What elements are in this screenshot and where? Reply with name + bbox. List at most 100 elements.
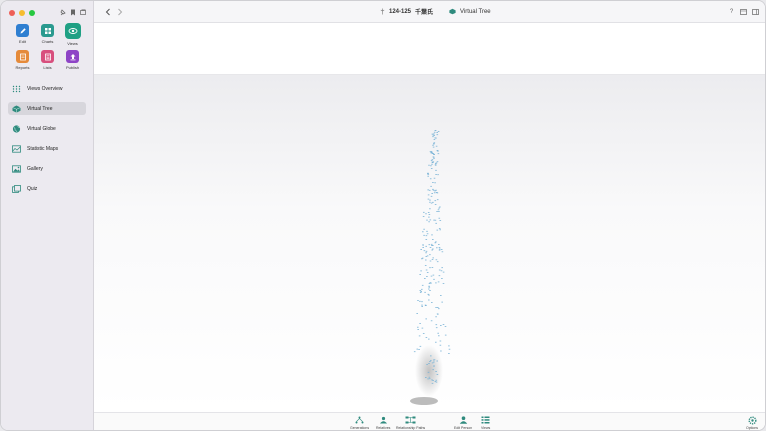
tree-node[interactable] bbox=[428, 214, 431, 215]
tree-node[interactable] bbox=[440, 270, 443, 272]
tree-node[interactable] bbox=[419, 323, 421, 324]
nav-item-gallery[interactable]: Gallery bbox=[8, 162, 86, 175]
edit-person-button[interactable]: Edit Person bbox=[454, 416, 472, 430]
tree-node[interactable] bbox=[437, 131, 440, 132]
tree-node[interactable] bbox=[433, 177, 436, 179]
tree-node[interactable] bbox=[431, 234, 433, 236]
tree-node[interactable] bbox=[430, 165, 432, 167]
tree-node[interactable] bbox=[435, 316, 437, 318]
tree-node[interactable] bbox=[426, 219, 428, 221]
tree-node[interactable] bbox=[427, 194, 430, 196]
tree-node[interactable] bbox=[421, 327, 424, 329]
nav-item-quiz[interactable]: Quiz bbox=[8, 182, 86, 195]
forward-button[interactable] bbox=[117, 8, 123, 18]
tree-node[interactable] bbox=[432, 380, 434, 381]
tree-node[interactable] bbox=[435, 327, 438, 329]
tree-node[interactable] bbox=[425, 259, 427, 261]
tree-node[interactable] bbox=[433, 361, 435, 363]
tree-node[interactable] bbox=[421, 304, 423, 306]
tree-node[interactable] bbox=[435, 371, 437, 372]
virtual-tree-canvas[interactable] bbox=[94, 75, 765, 412]
tree-node[interactable] bbox=[431, 163, 433, 165]
tree-node[interactable] bbox=[433, 157, 435, 159]
tree-node[interactable] bbox=[435, 222, 437, 224]
tree-node[interactable] bbox=[421, 301, 423, 303]
tree-node[interactable] bbox=[428, 164, 430, 166]
tree-node[interactable] bbox=[419, 300, 421, 302]
app-views[interactable]: Views bbox=[60, 23, 85, 46]
tree-node[interactable] bbox=[433, 359, 435, 361]
tree-node[interactable] bbox=[421, 306, 423, 307]
tree-node[interactable] bbox=[434, 190, 436, 192]
tree-node[interactable] bbox=[417, 326, 419, 328]
tree-node[interactable] bbox=[428, 221, 430, 223]
minimize-window-button[interactable] bbox=[19, 10, 25, 16]
zoom-window-button[interactable] bbox=[29, 10, 35, 16]
tree-node[interactable] bbox=[432, 182, 434, 183]
tree-node[interactable] bbox=[433, 278, 435, 280]
tree-node[interactable] bbox=[436, 161, 439, 163]
tree-node[interactable] bbox=[432, 144, 434, 146]
tree-node[interactable] bbox=[420, 249, 422, 250]
app-charts[interactable]: Charts bbox=[35, 24, 60, 46]
options-button[interactable]: Options bbox=[746, 416, 758, 430]
tree-node[interactable] bbox=[431, 382, 434, 384]
tree-node[interactable] bbox=[425, 213, 427, 215]
tree-node[interactable] bbox=[431, 249, 433, 251]
tree-node[interactable] bbox=[426, 233, 429, 235]
tree-node[interactable] bbox=[429, 208, 431, 210]
tree-node[interactable] bbox=[417, 300, 419, 301]
tree-node[interactable] bbox=[435, 324, 438, 326]
tree-node[interactable] bbox=[435, 307, 437, 308]
tree-node[interactable] bbox=[438, 249, 441, 251]
tree-node[interactable] bbox=[417, 329, 419, 330]
tree-node[interactable] bbox=[430, 168, 433, 169]
tree-node[interactable] bbox=[432, 134, 435, 136]
tree-node[interactable] bbox=[424, 265, 427, 266]
tree-node[interactable] bbox=[431, 259, 434, 260]
tree-node[interactable] bbox=[431, 161, 433, 163]
tree-node[interactable] bbox=[428, 378, 431, 380]
tree-node[interactable] bbox=[433, 142, 436, 144]
tree-node[interactable] bbox=[430, 355, 432, 357]
views-button[interactable]: Views bbox=[481, 416, 490, 430]
tree-node[interactable] bbox=[429, 219, 432, 221]
tree-node[interactable] bbox=[439, 344, 442, 346]
tree-node[interactable] bbox=[441, 267, 443, 269]
tree-node[interactable] bbox=[429, 267, 431, 269]
tree-node[interactable] bbox=[434, 130, 437, 131]
tree-node[interactable] bbox=[441, 251, 444, 253]
tree-node[interactable] bbox=[421, 284, 424, 286]
tree-node[interactable] bbox=[430, 202, 433, 204]
tree-node[interactable] bbox=[432, 257, 434, 259]
tree-node[interactable] bbox=[422, 216, 425, 217]
tree-node[interactable] bbox=[432, 156, 435, 158]
tree-node[interactable] bbox=[413, 351, 416, 353]
tree-node[interactable] bbox=[429, 361, 431, 362]
tree-node[interactable] bbox=[420, 291, 422, 292]
tree-node[interactable] bbox=[428, 294, 430, 296]
tree-node[interactable] bbox=[436, 150, 439, 151]
tree-node[interactable] bbox=[428, 244, 431, 246]
tree-node[interactable] bbox=[438, 217, 441, 219]
tree-node[interactable] bbox=[428, 286, 431, 288]
tree-node[interactable] bbox=[438, 308, 440, 310]
tree-node[interactable] bbox=[437, 307, 439, 308]
tree-node[interactable] bbox=[423, 211, 425, 213]
tree-node[interactable] bbox=[441, 278, 443, 279]
app-reports[interactable]: Reports bbox=[10, 50, 35, 70]
close-window-button[interactable] bbox=[9, 10, 15, 16]
tree-node[interactable] bbox=[435, 282, 437, 284]
tree-node[interactable] bbox=[438, 207, 440, 209]
tree-node[interactable] bbox=[432, 274, 435, 276]
tree-node[interactable] bbox=[434, 200, 437, 202]
help-icon[interactable]: ? bbox=[728, 8, 735, 15]
tree-node[interactable] bbox=[416, 313, 418, 314]
tree-node[interactable] bbox=[425, 337, 428, 338]
tree-node[interactable] bbox=[422, 333, 425, 334]
tree-node[interactable] bbox=[434, 242, 437, 244]
tree-node[interactable] bbox=[427, 175, 429, 177]
tree-node[interactable] bbox=[436, 192, 439, 194]
tree-node[interactable] bbox=[419, 290, 422, 291]
tree-node[interactable] bbox=[428, 285, 430, 287]
